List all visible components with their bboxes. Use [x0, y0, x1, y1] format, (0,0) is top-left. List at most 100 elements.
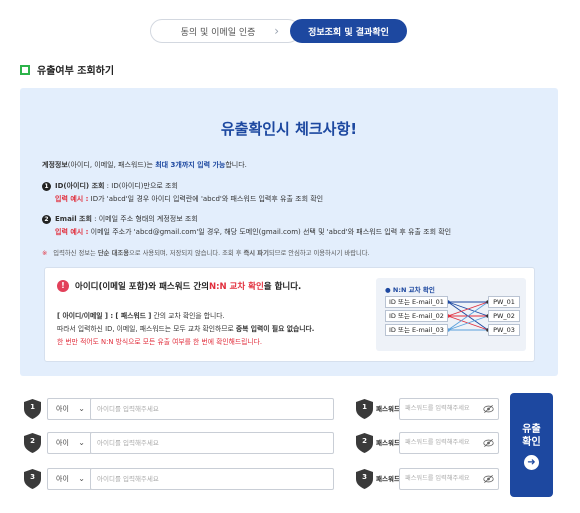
diagram-pw-3: PW_03: [488, 324, 520, 336]
cross-check-box: ! 아이디(이메일 포함) 와 패스워드 간의 N:N 교차 확인 을 합니다. […: [44, 267, 535, 362]
cross-line-3: 한 번만 적어도 N:N 방식으로 모든 유출 여부를 한 번에 확인해드립니다…: [57, 338, 263, 346]
domain-select-2-value: 아이: [56, 439, 69, 447]
diagram-id-1: ID 또는 E-mail_01: [385, 296, 448, 308]
account-info-mid: (아이디, 이메일, 패스워드)는: [67, 161, 156, 169]
row-2-number: 2: [30, 437, 35, 445]
cross-line-1-tail: 간의 교차 확인을 합니다.: [151, 312, 225, 320]
cross-check-heading: ! 아이디(이메일 포함) 와 패스워드 간의 N:N 교차 확인 을 합니다.: [57, 280, 301, 292]
check-leak-button[interactable]: 유출 확인 ➜: [510, 393, 553, 497]
row-2-pw-number: 2: [362, 437, 367, 445]
notice-text-1: 입력하신 정보는: [51, 250, 98, 257]
id-lookup-title: ID(아이디) 조회: [55, 182, 105, 190]
cross-head-c: 을 합니다.: [263, 282, 302, 292]
submit-line-1: 유출: [522, 424, 541, 435]
account-info-highlight: 최대 3개까지 입력 가능: [155, 161, 226, 169]
id-input-2[interactable]: 아이디를 입력해주세요: [90, 432, 334, 454]
step-tabs: 동의 및 이메일 인증 › 정보조회 및 결과확인: [150, 19, 408, 43]
password-label-3: 패스워드: [376, 475, 400, 483]
eye-off-icon[interactable]: [483, 438, 494, 448]
row-3-number: 3: [30, 473, 35, 481]
step-1-tab[interactable]: 동의 및 이메일 인증 ›: [150, 19, 300, 43]
id-lookup-line: 1 ID(아이디) 조회 : ID(아이디)만으로 조회: [42, 181, 178, 191]
email-lookup-title: Email 조회: [55, 215, 92, 223]
diagram-pw-2: PW_02: [488, 310, 520, 322]
number-2-icon: 2: [42, 214, 51, 224]
chevron-down-icon: ⌄: [78, 474, 85, 483]
id-input-3[interactable]: 아이디를 입력해주세요: [90, 468, 334, 490]
cross-head-red: N:N 교차 확인: [208, 282, 264, 292]
diagram-id-3: ID 또는 E-mail_03: [385, 324, 448, 336]
diagram-id-2: ID 또는 E-mail_02: [385, 310, 448, 322]
email-lookup-example: 입력 예시 : 이메일 주소가 'abcd@gmail.com'일 경우, 해당…: [55, 227, 451, 237]
step-2-label: 정보조회 및 결과확인: [308, 27, 389, 38]
eye-off-icon[interactable]: [483, 404, 494, 414]
cross-head-a: 아이디(이메일 포함): [75, 282, 149, 292]
chevron-right-icon: ›: [274, 24, 279, 38]
password-label-2: 패스워드: [376, 439, 400, 447]
credential-row-2: 2 아이 ⌄ 아이디를 입력해주세요 2 패스워드 패스워드를 입력해주세요: [24, 429, 499, 457]
password-input-1[interactable]: 패스워드를 입력해주세요: [399, 398, 499, 420]
notice-text-2: 으로 사용되며, 저장되지 않습니다. 조회 후: [129, 250, 244, 257]
email-lookup-line: 2 Email 조회 : 이메일 주소 형태의 계정정보 조회: [42, 214, 198, 224]
id-input-1[interactable]: 아이디를 입력해주세요: [90, 398, 334, 420]
cross-line-1: [ 아이디/이메일 ] : [ 패스워드 ] 간의 교차 확인을 합니다.: [57, 310, 225, 320]
account-info-prefix: 계정정보: [42, 161, 68, 169]
email-example-label: 입력 예시 :: [55, 228, 89, 236]
step-2-tab[interactable]: 정보조회 및 결과확인: [290, 19, 407, 43]
privacy-notice: ※ 입력하신 정보는 단순 대조용으로 사용되며, 저장되지 않습니다. 조회 …: [42, 248, 370, 257]
cross-line-2: 따라서 입력하신 ID, 이메일, 패스워드는 모두 교차 확인하므로 중복 입…: [57, 323, 314, 333]
id-example-text: ID가 'abcd'일 경우 아이디 입력란에 'abcd'와 패스워드 입력후…: [88, 195, 324, 203]
shield-number-2-icon: 2: [24, 433, 41, 453]
notice-bold-1: 단순 대조용: [97, 250, 130, 257]
shield-number-1-icon: 1: [356, 399, 373, 419]
notice-mark-icon: ※: [42, 250, 48, 257]
password-input-3[interactable]: 패스워드를 입력해주세요: [399, 468, 499, 490]
domain-select-2[interactable]: 아이 ⌄: [47, 432, 92, 454]
shield-number-1-icon: 1: [24, 399, 41, 419]
number-1-icon: 1: [42, 181, 51, 191]
cross-line-1-bold: [ 아이디/이메일 ] : [ 패스워드 ]: [57, 312, 152, 320]
domain-select-3[interactable]: 아이 ⌄: [47, 468, 92, 490]
id-lookup-desc: : ID(아이디)만으로 조회: [104, 182, 178, 190]
credential-row-3: 3 아이 ⌄ 아이디를 입력해주세요 3 패스워드 패스워드를 입력해주세요: [24, 465, 499, 493]
chevron-down-icon: ⌄: [78, 404, 85, 413]
notice-bold-2: 즉시 파기: [243, 250, 269, 257]
cross-head-b: 와 패스워드 간의: [148, 282, 209, 292]
cross-line-2-a: 따라서 입력하신 ID, 이메일, 패스워드는 모두 교차 확인하므로: [57, 325, 236, 333]
credential-row-1: 1 아이 ⌄ 아이디를 입력해주세요 1 패스워드 패스워드를 입력해주세요: [24, 395, 499, 423]
submit-line-2: 확인: [522, 437, 541, 448]
row-3-pw-number: 3: [362, 473, 367, 481]
panel-title: 유출확인시 체크사항!: [220, 120, 358, 138]
password-input-2-placeholder: 패스워드를 입력해주세요: [405, 439, 470, 446]
arrow-right-icon: ➜: [524, 455, 539, 470]
diagram-pw-1: PW_01: [488, 296, 520, 308]
password-label-1: 패스워드: [376, 405, 400, 413]
section-title: 유출여부 조회하기: [20, 62, 114, 77]
step-1-label: 동의 및 이메일 인증: [180, 27, 256, 38]
shield-number-3-icon: 3: [24, 469, 41, 489]
domain-select-3-value: 아이: [56, 475, 69, 483]
id-lookup-example: 입력 예시 : ID가 'abcd'일 경우 아이디 입력란에 'abcd'와 …: [55, 194, 323, 204]
account-info-line: 계정정보(아이디, 이메일, 패스워드)는 최대 3개까지 입력 가능합니다.: [42, 160, 247, 170]
nn-cross-diagram: ● N:N 교차 확인 ID 또는 E-mail_01 ID 또는 E-mail…: [376, 278, 526, 351]
notice-text-3: 되므로 안심하고 이용하시기 바랍니다.: [268, 250, 370, 257]
password-input-3-placeholder: 패스워드를 입력해주세요: [405, 475, 470, 482]
row-1-pw-number: 1: [362, 403, 367, 411]
notice-panel: 유출확인시 체크사항! 계정정보(아이디, 이메일, 패스워드)는 최대 3개까…: [20, 88, 558, 376]
id-example-label: 입력 예시 :: [55, 195, 89, 203]
password-input-2[interactable]: 패스워드를 입력해주세요: [399, 432, 499, 454]
eye-off-icon[interactable]: [483, 474, 494, 484]
section-title-text: 유출여부 조회하기: [37, 66, 115, 77]
shield-number-3-icon: 3: [356, 469, 373, 489]
cross-line-2-b: 중복 입력이 필요 없습니다.: [235, 325, 315, 333]
alert-icon: !: [57, 280, 69, 292]
email-example-text: 이메일 주소가 'abcd@gmail.com'일 경우, 해당 도메인(gma…: [88, 228, 452, 236]
email-lookup-desc: : 이메일 주소 형태의 계정정보 조회: [91, 215, 198, 223]
password-input-1-placeholder: 패스워드를 입력해주세요: [405, 405, 470, 412]
chevron-down-icon: ⌄: [78, 438, 85, 447]
domain-select-1-value: 아이: [56, 405, 69, 413]
account-info-suffix: 합니다.: [225, 161, 247, 169]
row-1-number: 1: [30, 403, 35, 411]
domain-select-1[interactable]: 아이 ⌄: [47, 398, 92, 420]
square-bullet-icon: [20, 64, 30, 75]
